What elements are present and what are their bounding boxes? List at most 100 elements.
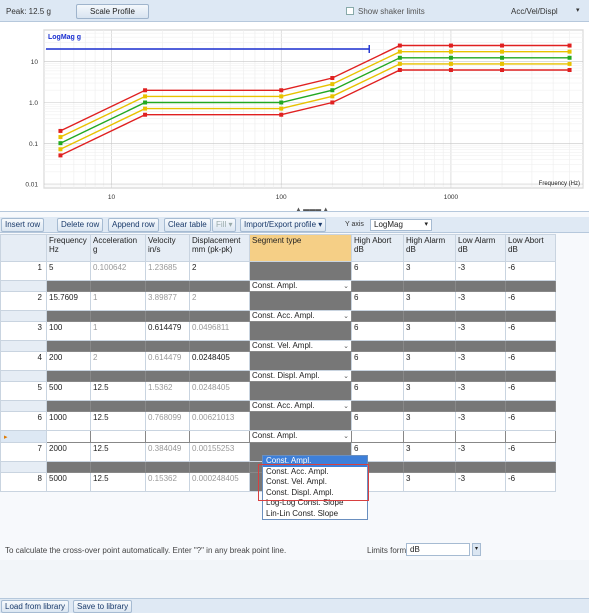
acceleration-cell[interactable]: 1 bbox=[90, 291, 146, 311]
chevron-down-icon[interactable]: ⌄ bbox=[343, 372, 349, 380]
velocity-cell[interactable]: 1.23685 bbox=[145, 261, 190, 281]
chevron-down-icon[interactable]: ⌄ bbox=[343, 312, 349, 320]
acceleration-cell[interactable]: 12.5 bbox=[90, 472, 146, 492]
checkbox-icon[interactable] bbox=[346, 7, 354, 15]
segment-type-select[interactable]: Const. Displ. Ampl. ⌄ bbox=[249, 370, 352, 382]
clear-table-button[interactable]: Clear table bbox=[164, 218, 211, 232]
high-abort-cell[interactable]: 6 bbox=[351, 381, 404, 401]
show-shaker-limits-toggle[interactable]: Show shaker limits bbox=[346, 7, 425, 16]
delete-row-button[interactable]: Delete row bbox=[57, 218, 104, 232]
frequency-cell[interactable]: 5 bbox=[46, 261, 91, 281]
dropdown-option-lin-lin-slope[interactable]: Lin-Lin Const. Slope bbox=[263, 509, 367, 520]
col-high-alarm[interactable]: High Alarm dB bbox=[403, 234, 456, 262]
low-alarm-cell[interactable]: -3 bbox=[455, 411, 506, 431]
displacement-cell[interactable]: 0.00155253 bbox=[189, 442, 250, 462]
displacement-cell[interactable]: 0.00621013 bbox=[189, 411, 250, 431]
segment-type-select[interactable]: Const. Ampl. ⌄ bbox=[249, 280, 352, 292]
row-number[interactable]: 1 bbox=[0, 261, 47, 281]
col-displacement[interactable]: Displacement mm (pk-pk) bbox=[189, 234, 250, 262]
frequency-cell[interactable]: 200 bbox=[46, 351, 91, 371]
row-number[interactable]: 8 bbox=[0, 472, 47, 492]
append-row-button[interactable]: Append row bbox=[108, 218, 159, 232]
low-abort-cell[interactable]: -6 bbox=[505, 261, 556, 281]
frequency-cell[interactable]: 2000 bbox=[46, 442, 91, 462]
acceleration-cell[interactable]: 0.100642 bbox=[90, 261, 146, 281]
col-frequency[interactable]: Frequency Hz bbox=[46, 234, 91, 262]
frequency-cell[interactable]: 5000 bbox=[46, 472, 91, 492]
col-velocity[interactable]: Velocity in/s bbox=[145, 234, 190, 262]
displacement-cell[interactable]: 0.0496811 bbox=[189, 321, 250, 341]
velocity-cell[interactable]: 0.15362 bbox=[145, 472, 190, 492]
scale-profile-button[interactable]: Scale Profile bbox=[76, 4, 149, 19]
row-number[interactable]: 2 bbox=[0, 291, 47, 311]
acceleration-cell[interactable]: 1 bbox=[90, 321, 146, 341]
high-alarm-cell[interactable]: 3 bbox=[403, 442, 456, 462]
frequency-cell[interactable]: 100 bbox=[46, 321, 91, 341]
acceleration-cell[interactable]: 12.5 bbox=[90, 411, 146, 431]
acceleration-cell[interactable]: 12.5 bbox=[90, 381, 146, 401]
segment-type-select[interactable]: Const. Vel. Ampl. ⌄ bbox=[249, 340, 352, 352]
displacement-cell[interactable]: 0.000248405 bbox=[189, 472, 250, 492]
low-abort-cell[interactable]: -6 bbox=[505, 472, 556, 492]
low-alarm-cell[interactable]: -3 bbox=[455, 472, 506, 492]
chevron-down-icon[interactable]: ▾ bbox=[472, 543, 481, 556]
col-low-alarm[interactable]: Low Alarm dB bbox=[455, 234, 506, 262]
high-alarm-cell[interactable]: 3 bbox=[403, 411, 456, 431]
load-from-library-button[interactable]: Load from library bbox=[1, 600, 70, 613]
velocity-cell[interactable]: 0.614479 bbox=[145, 321, 190, 341]
high-abort-cell[interactable]: 6 bbox=[351, 291, 404, 311]
acceleration-cell[interactable]: 12.5 bbox=[90, 442, 146, 462]
chevron-down-icon[interactable]: ⌄ bbox=[343, 402, 349, 410]
velocity-cell[interactable]: 0.768099 bbox=[145, 411, 190, 431]
row-number[interactable]: 6 bbox=[0, 411, 47, 431]
low-abort-cell[interactable]: -6 bbox=[505, 381, 556, 401]
col-acceleration[interactable]: Acceleration g bbox=[90, 234, 146, 262]
high-alarm-cell[interactable]: 3 bbox=[403, 351, 456, 371]
displacement-cell[interactable]: 2 bbox=[189, 261, 250, 281]
chevron-down-icon[interactable]: ⌄ bbox=[343, 342, 349, 350]
frequency-cell[interactable]: 15.7609 bbox=[46, 291, 91, 311]
low-alarm-cell[interactable]: -3 bbox=[455, 351, 506, 371]
high-alarm-cell[interactable]: 3 bbox=[403, 472, 456, 492]
high-alarm-cell[interactable]: 3 bbox=[403, 381, 456, 401]
high-alarm-cell[interactable]: 3 bbox=[403, 321, 456, 341]
col-high-abort[interactable]: High Abort dB bbox=[351, 234, 404, 262]
low-abort-cell[interactable]: -6 bbox=[505, 321, 556, 341]
low-alarm-cell[interactable]: -3 bbox=[455, 321, 506, 341]
y-axis-select[interactable]: LogMag ▾ bbox=[370, 219, 432, 231]
chevron-down-icon[interactable]: ▾ bbox=[576, 6, 580, 14]
row-number[interactable]: 4 bbox=[0, 351, 47, 371]
segment-type-select-active[interactable]: Const. Ampl. ⌄ bbox=[249, 430, 352, 443]
segment-type-select[interactable]: Const. Acc. Ampl. ⌄ bbox=[249, 310, 352, 322]
display-mode-select[interactable]: Acc/Vel/Displ bbox=[511, 7, 558, 16]
low-alarm-cell[interactable]: -3 bbox=[455, 442, 506, 462]
displacement-cell[interactable]: 0.0248405 bbox=[189, 351, 250, 371]
chevron-down-icon[interactable]: ▾ bbox=[424, 220, 428, 230]
high-abort-cell[interactable]: 6 bbox=[351, 411, 404, 431]
insert-row-button[interactable]: Insert row bbox=[1, 218, 45, 232]
chevron-down-icon[interactable]: ⌄ bbox=[343, 282, 349, 290]
displacement-cell[interactable]: 2 bbox=[189, 291, 250, 311]
low-alarm-cell[interactable]: -3 bbox=[455, 291, 506, 311]
fill-button[interactable]: Fill ▾ bbox=[212, 218, 237, 232]
high-abort-cell[interactable]: 6 bbox=[351, 351, 404, 371]
row-number[interactable]: 7 bbox=[0, 442, 47, 462]
displacement-cell[interactable]: 0.0248405 bbox=[189, 381, 250, 401]
low-abort-cell[interactable]: -6 bbox=[505, 351, 556, 371]
velocity-cell[interactable]: 0.614479 bbox=[145, 351, 190, 371]
frequency-cell[interactable]: 1000 bbox=[46, 411, 91, 431]
row-number[interactable]: 3 bbox=[0, 321, 47, 341]
high-abort-cell[interactable]: 6 bbox=[351, 321, 404, 341]
low-alarm-cell[interactable]: -3 bbox=[455, 261, 506, 281]
limits-format-select[interactable]: dB bbox=[406, 543, 470, 556]
high-alarm-cell[interactable]: 3 bbox=[403, 261, 456, 281]
col-low-abort[interactable]: Low Abort dB bbox=[505, 234, 556, 262]
segment-type-select[interactable]: Const. Acc. Ampl. ⌄ bbox=[249, 400, 352, 412]
save-to-library-button[interactable]: Save to library bbox=[73, 600, 133, 613]
high-abort-cell[interactable]: 6 bbox=[351, 261, 404, 281]
col-segment-type[interactable]: Segment type bbox=[249, 234, 352, 262]
velocity-cell[interactable]: 3.89877 bbox=[145, 291, 190, 311]
acceleration-cell[interactable]: 2 bbox=[90, 351, 146, 371]
frequency-cell[interactable]: 500 bbox=[46, 381, 91, 401]
low-alarm-cell[interactable]: -3 bbox=[455, 381, 506, 401]
